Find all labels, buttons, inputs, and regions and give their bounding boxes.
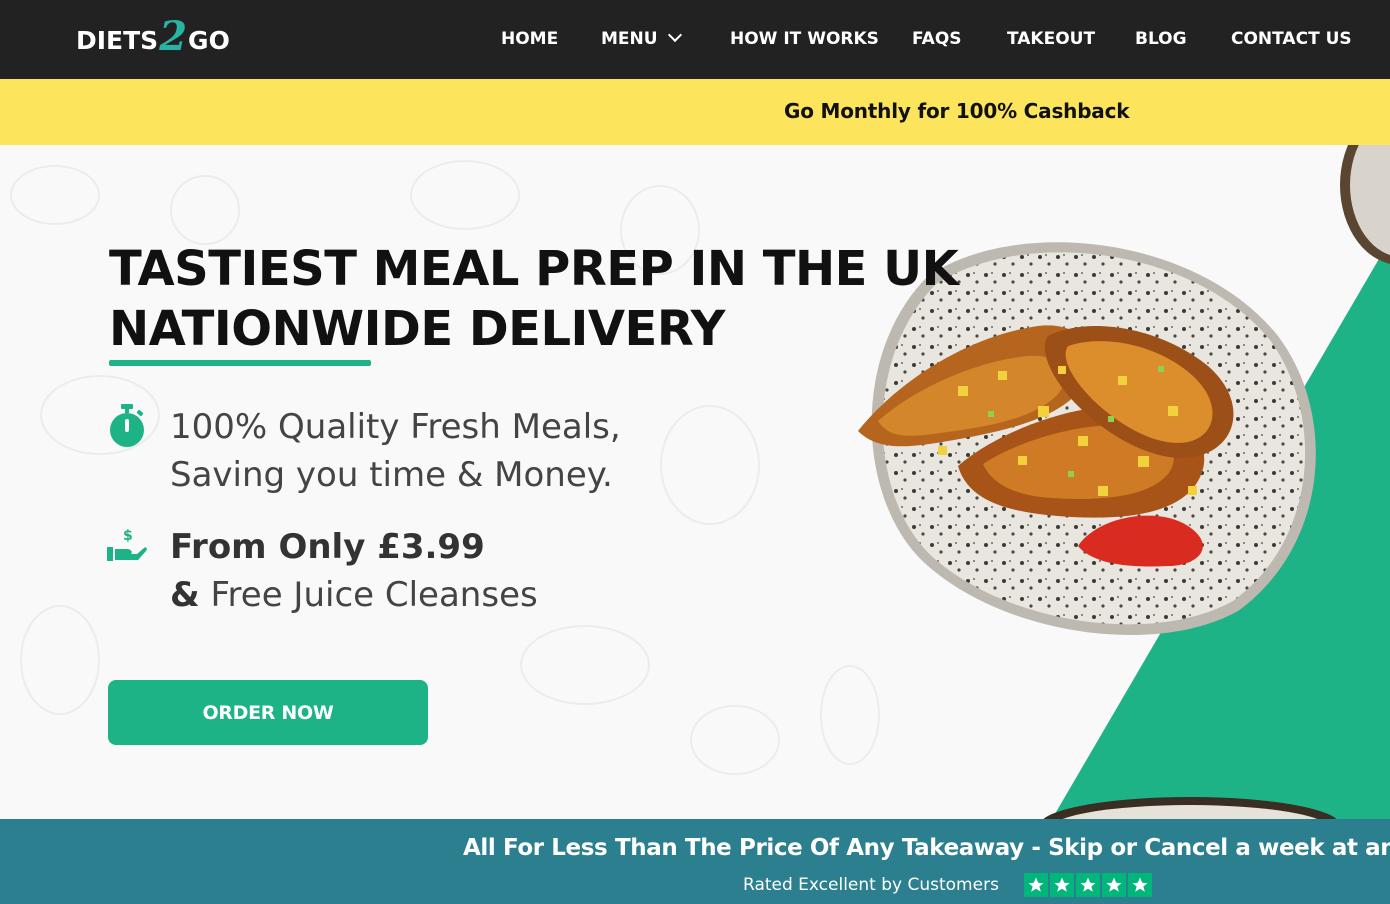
star-icon	[1050, 873, 1074, 897]
promo-text[interactable]: Go Monthly for 100% Cashback	[784, 99, 1130, 123]
nav-how-it-works[interactable]: HOW IT WORKS	[730, 29, 879, 49]
side-plate-image	[1340, 145, 1390, 264]
nav-faqs[interactable]: FAQS	[912, 29, 962, 49]
top-navigation: DIETS 2 GO HOME MENU HOW IT WORKS FAQS T…	[0, 0, 1390, 79]
logo-text-left: DIETS	[76, 25, 159, 55]
rating-stars[interactable]	[1024, 873, 1152, 897]
feature-price-text: From Only £3.99	[170, 527, 485, 567]
nav-contact-us[interactable]: CONTACT US	[1231, 29, 1352, 49]
star-icon	[1076, 873, 1100, 897]
star-icon	[1128, 873, 1152, 897]
nav-menu[interactable]: MENU	[601, 27, 682, 49]
hero-title-line1: TASTIEST MEAL PREP IN THE UK	[109, 241, 959, 297]
star-icon	[1102, 873, 1126, 897]
logo-text-right: GO	[188, 25, 230, 55]
promo-bar[interactable]: Go Monthly for 100% Cashback	[0, 79, 1390, 145]
nav-blog[interactable]: BLOG	[1135, 29, 1187, 49]
nav-home[interactable]: HOME	[501, 29, 558, 49]
hero-section: TASTIEST MEAL PREP IN THE UK NATIONWIDE …	[0, 145, 1390, 819]
chevron-down-icon	[667, 27, 682, 43]
feature-juice-text: Free Juice Cleanses	[199, 575, 538, 615]
title-underline	[109, 360, 371, 366]
feature-price-line2: & Free Juice Cleanses	[170, 571, 538, 619]
hero-title-line2: NATIONWIDE DELIVERY	[109, 301, 725, 357]
bottom-banner: All For Less Than The Price Of Any Takea…	[0, 819, 1390, 904]
diets2go-logo[interactable]: DIETS 2 GO	[76, 13, 230, 67]
feature-quality-line2: Saving you time & Money.	[170, 455, 613, 495]
feature-ampersand: &	[170, 575, 200, 615]
bottom-plate-image	[1043, 797, 1337, 819]
ticker-text: All For Less Than The Price Of Any Takea…	[463, 835, 1390, 861]
svg-text:$: $	[123, 528, 133, 544]
stopwatch-icon	[110, 404, 144, 447]
hand-money-icon: $	[107, 528, 147, 561]
nav-takeout[interactable]: TAKEOUT	[1007, 29, 1095, 49]
logo-text-mid: 2	[159, 12, 188, 60]
order-now-button[interactable]: ORDER NOW	[108, 680, 428, 745]
star-icon	[1024, 873, 1048, 897]
rated-text: Rated Excellent by Customers	[743, 875, 999, 895]
feature-price-line1: From Only £3.99	[170, 523, 485, 571]
nav-menu-label: MENU	[601, 29, 658, 49]
feature-quality-line1: 100% Quality Fresh Meals,	[170, 407, 621, 447]
